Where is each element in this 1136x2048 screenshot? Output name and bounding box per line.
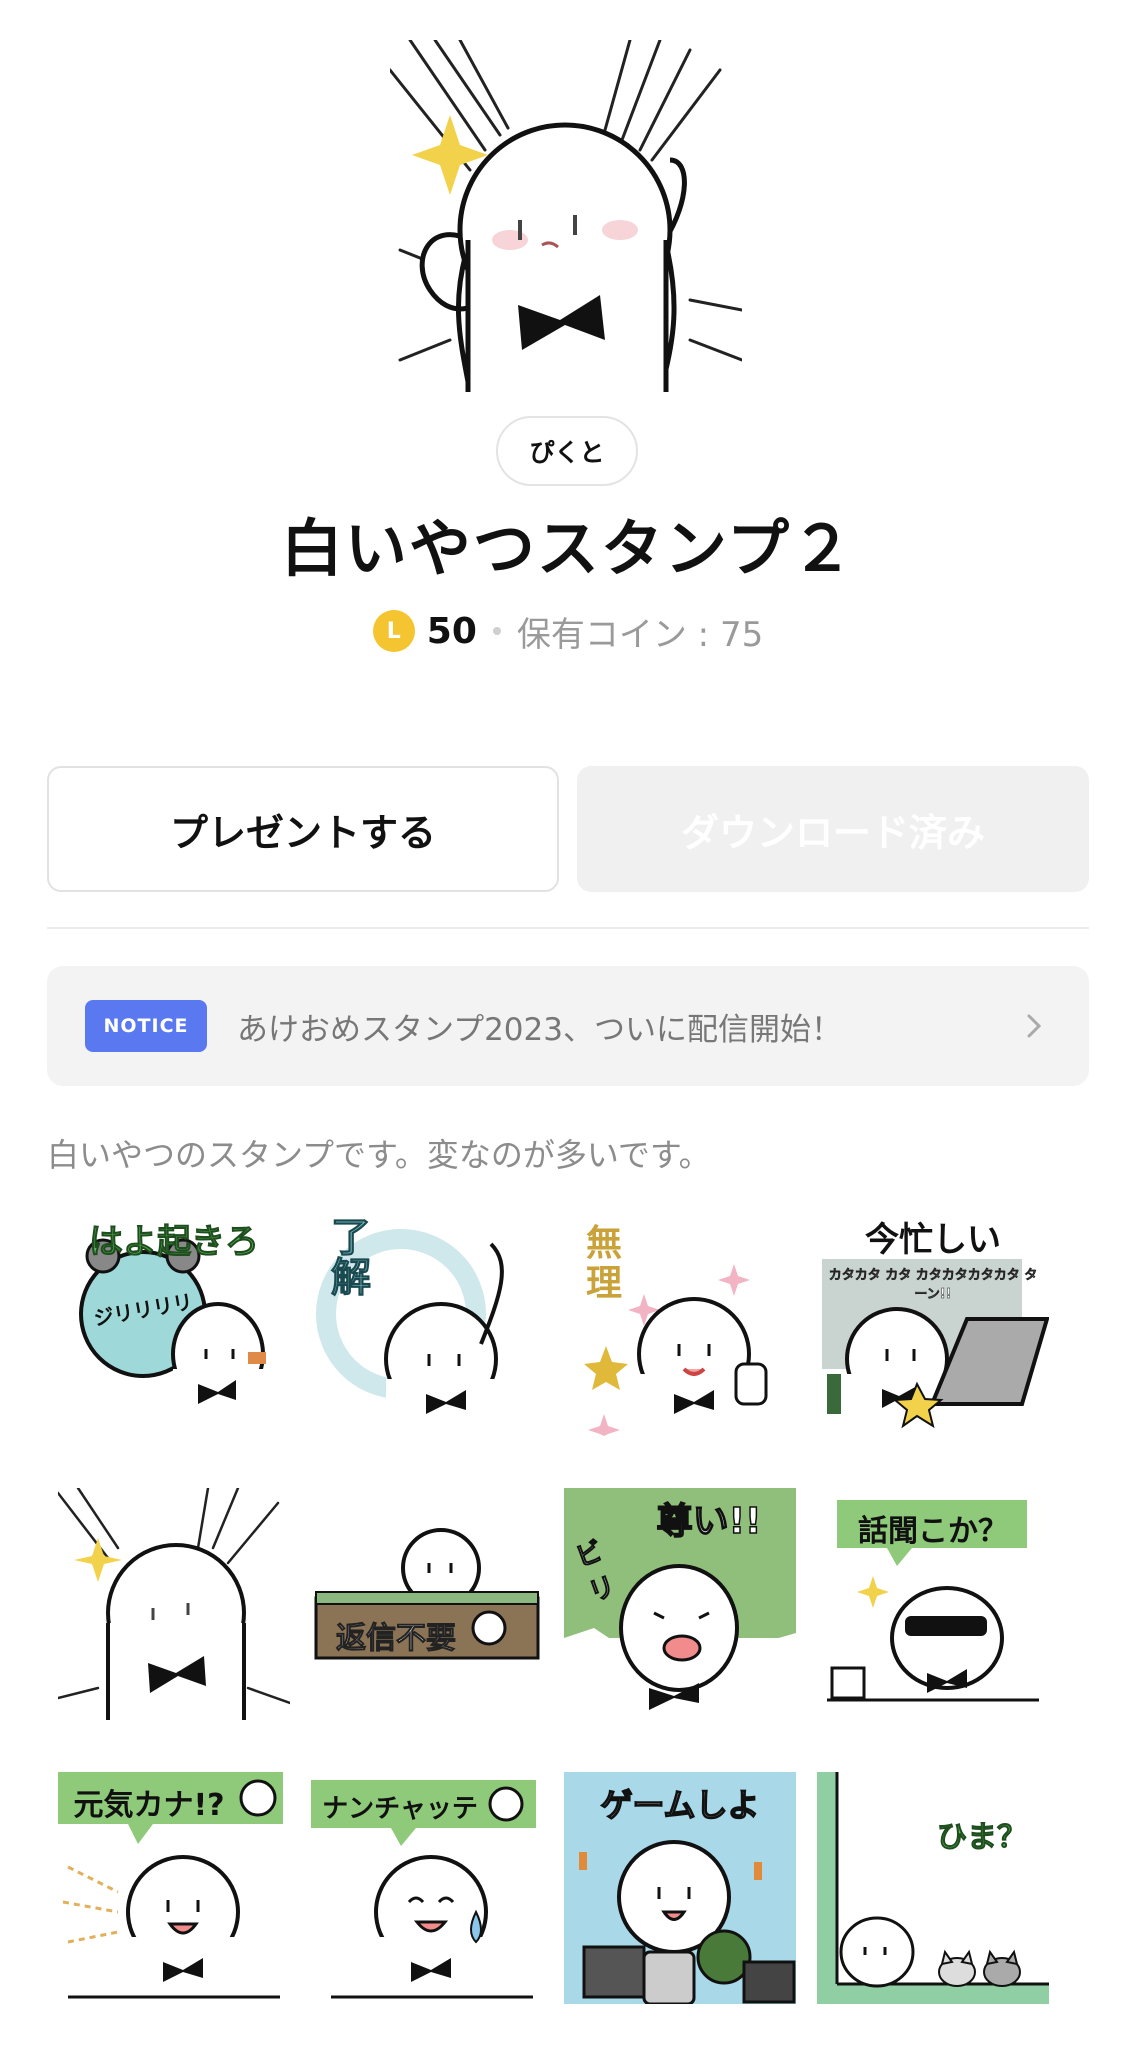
sticker-caption: 無理	[585, 1223, 622, 1304]
sticker-caption: 尊い!!	[656, 1500, 762, 1543]
divider	[47, 927, 1089, 929]
sticker-item[interactable]: はよ起きろ ジリリリリ	[58, 1204, 290, 1436]
line-coin-icon: L	[372, 610, 415, 652]
sticker-item[interactable]: ゲームしよ	[564, 1772, 796, 2004]
sign-board-icon	[314, 1528, 540, 1660]
sticker-caption: 話聞こか？	[858, 1514, 1008, 1549]
sticker-caption: ゲームしよ	[600, 1785, 761, 1825]
sticker-caption: 元気カナ!?	[73, 1788, 225, 1823]
sticker-caption: ひま？	[937, 1820, 1028, 1856]
notice-banner[interactable]: NOTICE あけおめスタンプ2023、ついに配信開始！	[47, 966, 1089, 1086]
sticker-item[interactable]: 元気カナ!?	[58, 1772, 290, 2004]
separator-dot	[492, 627, 501, 635]
author-chip[interactable]: ぴくと	[496, 416, 638, 486]
sticker-item[interactable]: ナンチャッテ	[311, 1772, 543, 2004]
sticker-item[interactable]	[58, 1488, 290, 1720]
owned-coins-label: 保有コイン : 75	[516, 614, 764, 655]
sticker-item[interactable]: 今忙しい カタカタ カタ カタカタカタカタ ターン!!	[817, 1204, 1049, 1436]
notice-badge: NOTICE	[85, 1000, 207, 1052]
present-button[interactable]: プレゼントする	[47, 766, 559, 892]
sticker-item[interactable]: 尊い!! ビリ	[564, 1488, 796, 1720]
description: 白いやつのスタンプです。変なのが多いです。	[47, 1136, 711, 1174]
sticker-caption: ナンチャッテ	[322, 1794, 478, 1824]
notice-text: あけおめスタンプ2023、ついに配信開始！	[237, 1011, 842, 1048]
sticker-caption: 了解	[331, 1215, 372, 1301]
price-row: L 50 保有コイン : 75	[0, 604, 1136, 658]
sticker-item[interactable]: 話聞こか？	[817, 1488, 1049, 1720]
sticker-item[interactable]: 返信不要	[311, 1488, 543, 1720]
chevron-right-icon	[1027, 1014, 1042, 1038]
sticker-subcaption: カタカタ カタ カタカタカタカタ ターン!!	[828, 1268, 1038, 1303]
main-sticker-image	[390, 40, 742, 392]
sticker-caption: はよ起きろ	[89, 1222, 260, 1263]
price-amount: 50	[426, 610, 477, 652]
cats-icon	[817, 1772, 1049, 2004]
sticker-item[interactable]: 無理	[564, 1204, 796, 1436]
sticker-grid: はよ起きろ ジリリリリ 了解 無理 今忙しい カタカタ カタ カタカタカタカタ …	[58, 1204, 1078, 2004]
download-button: ダウンロード済み	[577, 766, 1089, 892]
page-title: 白いやつスタンプ２	[280, 512, 856, 585]
sticker-detail-page: ぴくと 白いやつスタンプ２ L 50 保有コイン : 75 プレゼントする ダウ…	[0, 0, 1136, 2048]
sticker-item[interactable]: 了解	[311, 1204, 543, 1436]
flex-muscle-icon	[58, 1488, 290, 1720]
sticker-item[interactable]: ひま？	[817, 1772, 1049, 2004]
sticker-caption: 返信不要	[336, 1621, 457, 1657]
sticker-caption: 今忙しい	[865, 1220, 1001, 1260]
